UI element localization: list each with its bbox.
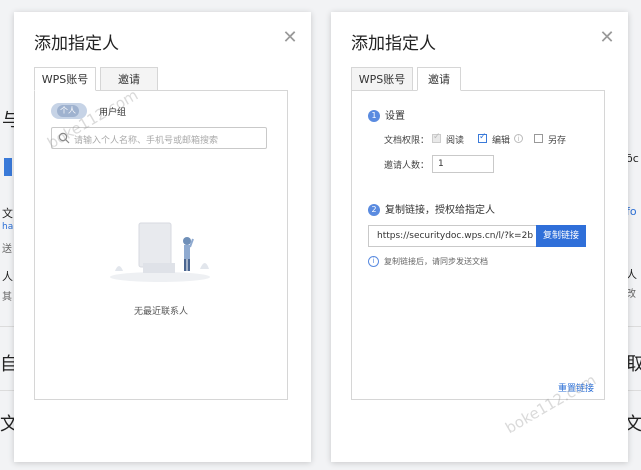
copy-link-button[interactable]: 复制链接 [536, 225, 586, 247]
bg-fragment: 送 [2, 244, 12, 255]
close-icon[interactable]: ✕ [281, 29, 299, 47]
tab-invite[interactable]: 邀请 [417, 67, 461, 91]
bg-fragment: ha [2, 222, 14, 232]
step-number: 2 [368, 204, 380, 216]
tab-wps-account[interactable]: WPS账号 [34, 67, 96, 91]
bg-fragment: 文 [2, 207, 13, 220]
save-as-checkbox[interactable] [534, 134, 543, 143]
permission-label: 文档权限： [384, 136, 430, 146]
edit-checkbox[interactable] [478, 132, 487, 143]
invite-panel: 1 设置 文档权限： 阅读 编辑 i 另存 邀请人数： 1 2 复制链接，授权给指定… [351, 90, 605, 400]
invite-count-label: 邀请人数： [384, 161, 430, 171]
bg-fragment: 人 [2, 270, 13, 283]
divider [0, 326, 14, 327]
info-icon: i [368, 256, 379, 267]
divider [0, 390, 14, 391]
dialog-title: 添加指定人 [34, 34, 119, 54]
copy-hint: i 复制链接后，请同步发送文档 [368, 256, 488, 267]
read-checkbox [432, 132, 441, 143]
tab-wps-account[interactable]: WPS账号 [351, 67, 413, 91]
step-title: 设置 [385, 111, 405, 122]
invite-count-input[interactable]: 1 [432, 155, 494, 173]
dialog-title: 添加指定人 [351, 34, 436, 54]
info-icon[interactable]: i [514, 134, 523, 143]
bg-fragment: 取 [626, 354, 641, 375]
save-as-label: 另存 [548, 136, 567, 146]
add-person-dialog-account: 添加指定人 ✕ WPS账号 邀请 个人 用户组 请输入个人名称、手机号或邮箱搜索 [14, 12, 311, 462]
divider [627, 326, 641, 327]
search-placeholder: 请输入个人名称、手机号或邮箱搜索 [74, 136, 219, 146]
step-title: 复制链接，授权给指定人 [385, 205, 495, 216]
bg-accent [4, 158, 12, 176]
empty-state-text: 无最近联系人 [133, 307, 188, 317]
divider [627, 390, 641, 391]
read-label: 阅读 [446, 136, 465, 146]
bg-fragment: 其 [2, 292, 12, 303]
hint-text: 复制链接后，请同步发送文档 [384, 257, 488, 266]
step-settings: 1 设置 [368, 107, 405, 122]
empty-contacts-illustration [110, 222, 210, 282]
edit-label: 编辑 [492, 136, 511, 146]
step-copy-link: 2 复制链接，授权给指定人 [368, 201, 495, 216]
toggle-knob: 个人 [57, 105, 79, 117]
step-number: 1 [368, 110, 380, 122]
close-icon[interactable]: ✕ [598, 29, 616, 47]
